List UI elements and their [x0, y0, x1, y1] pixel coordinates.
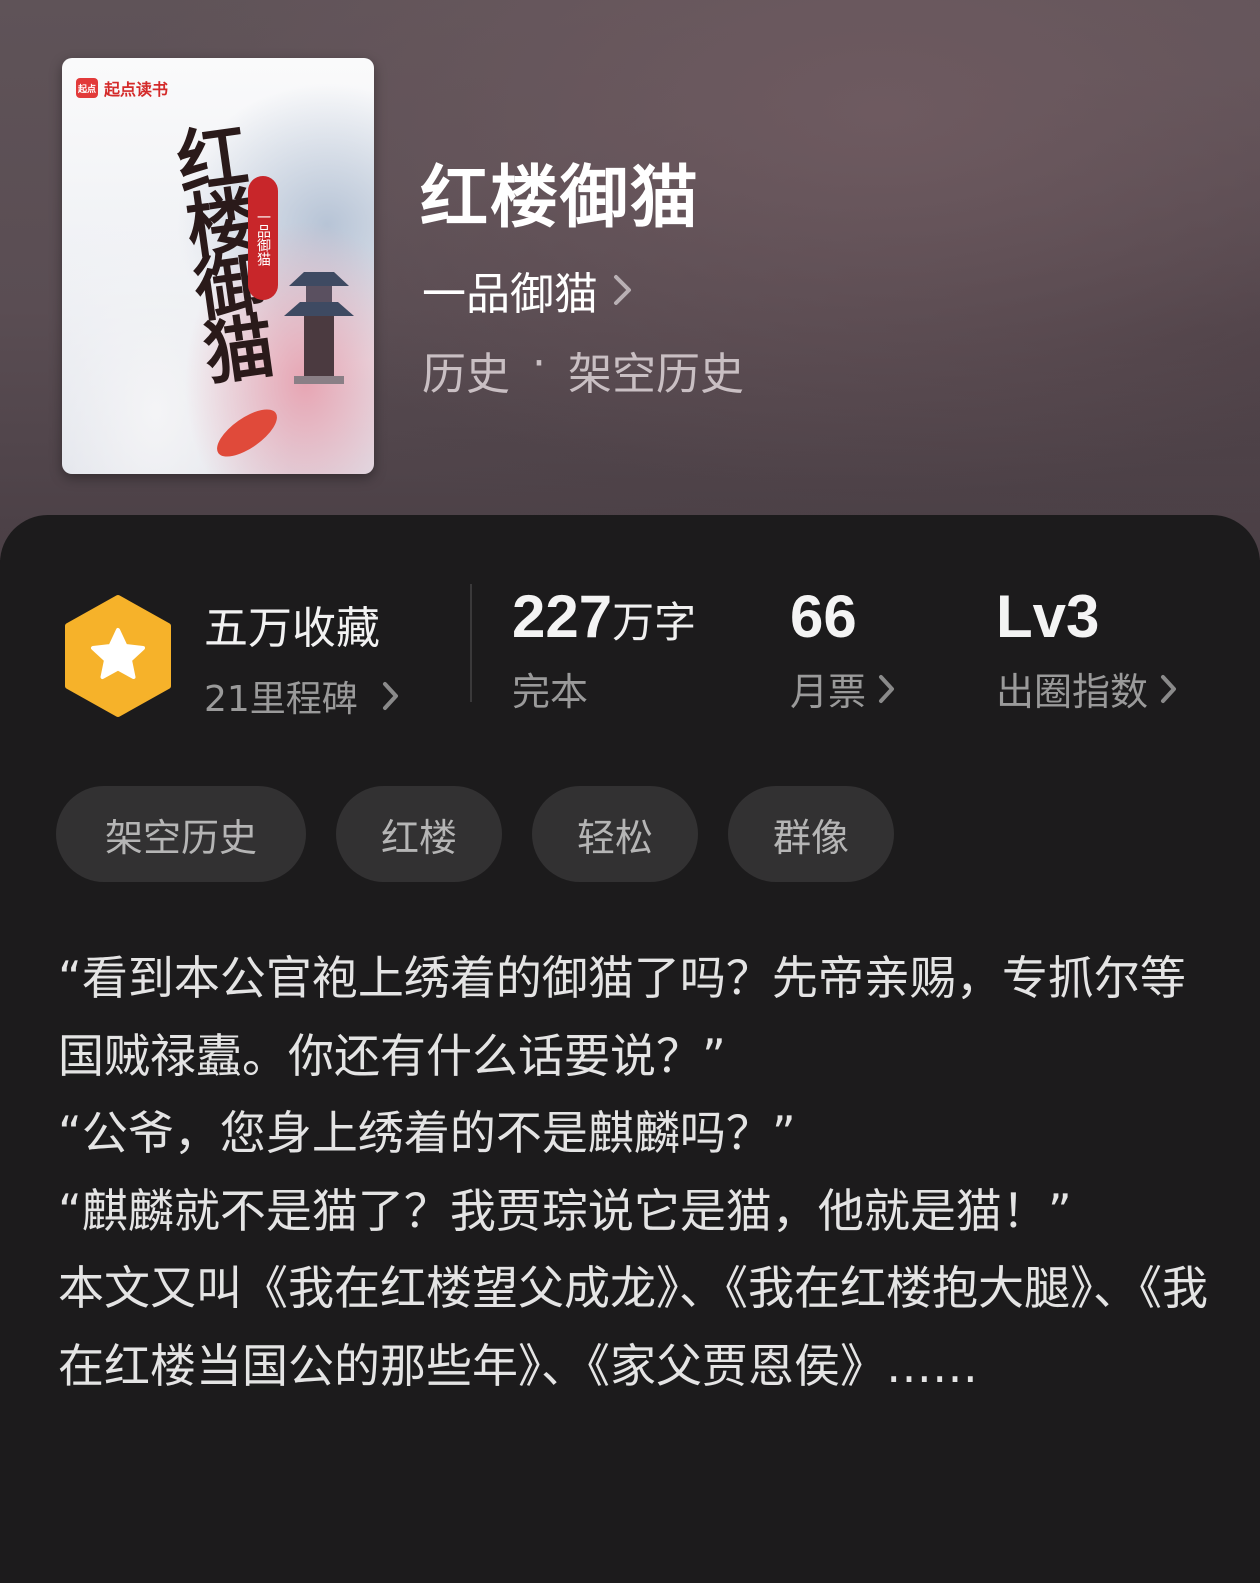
subcategory-label: 架空历史: [568, 349, 744, 400]
author-name: 一品御猫: [422, 269, 598, 320]
popularity-index-stat[interactable]: Lv3 出圈指数: [996, 582, 1178, 716]
category-label: 历史: [422, 349, 510, 400]
stat-divider: [470, 584, 472, 702]
popularity-level-value: Lv3: [996, 583, 1100, 650]
milestone-link[interactable]: 21里程碑: [204, 670, 400, 722]
tag-chip[interactable]: 架空历史: [56, 786, 306, 882]
category-separator: ·: [532, 338, 546, 389]
book-title: 红楼御猫: [420, 158, 701, 238]
cover-brand-mark: 起点: [76, 78, 98, 98]
monthly-votes-value: 66: [790, 583, 857, 650]
monthly-votes-label: 月票: [790, 670, 867, 714]
cover-title: 红楼御猫: [161, 117, 280, 384]
milestone-count: 21里程碑: [204, 679, 358, 720]
popularity-index-label: 出圈指数: [996, 670, 1149, 714]
word-count-unit: 万字: [612, 598, 697, 647]
tag-chip[interactable]: 轻松: [532, 786, 698, 882]
cover-brand-label: 起点读书: [104, 80, 169, 99]
synopsis-paragraph: 本文又叫《我在红楼望父成龙》、《我在红楼抱大腿》、《我在红楼当国公的那些年》、《…: [58, 1261, 1208, 1393]
book-category[interactable]: 历史 · 架空历史: [422, 338, 744, 402]
word-count-value: 227: [512, 583, 613, 650]
synopsis-paragraph: “公爷，您身上绣着的不是麒麟吗？”: [58, 1106, 796, 1160]
chevron-right-icon: [1161, 674, 1177, 703]
synopsis-paragraph: “麒麟就不是猫了？我贾琮说它是猫，他就是猫！”: [58, 1183, 1072, 1238]
tag-chip[interactable]: 群像: [728, 786, 894, 882]
tag-chip[interactable]: 红楼: [336, 786, 502, 882]
word-count-stat: 227万字 完本: [512, 582, 696, 716]
tag-list: 架空历史 红楼 轻松 群像: [56, 786, 894, 882]
star-badge-icon: [65, 595, 171, 717]
chevron-right-icon: [879, 674, 895, 703]
petal-illustration: [209, 400, 285, 466]
monthly-votes-stat[interactable]: 66 月票: [790, 582, 896, 716]
synopsis-paragraph: “看到本公官袍上绣着的御猫了吗？先帝亲赐，专抓尔等国贼禄蠹。你还有什么话要说？”: [58, 951, 1186, 1083]
completion-status: 完本: [512, 670, 589, 714]
pagoda-illustration: [284, 272, 354, 384]
chevron-right-icon: [382, 682, 398, 710]
collection-stat[interactable]: 五万收藏 21里程碑: [204, 592, 400, 722]
cover-author-seal: 一品御猫: [248, 176, 278, 300]
book-cover[interactable]: 起点 起点读书 红楼御猫 一品御猫: [62, 58, 374, 474]
chevron-right-icon: [614, 275, 631, 305]
collection-count: 五万收藏: [204, 603, 380, 654]
book-synopsis[interactable]: “看到本公官袍上绣着的御猫了吗？先帝亲赐，专抓尔等国贼禄蠹。你还有什么话要说？”…: [58, 940, 1208, 1405]
cover-brand: 起点 起点读书: [76, 76, 168, 100]
author-link[interactable]: 一品御猫: [422, 258, 634, 322]
